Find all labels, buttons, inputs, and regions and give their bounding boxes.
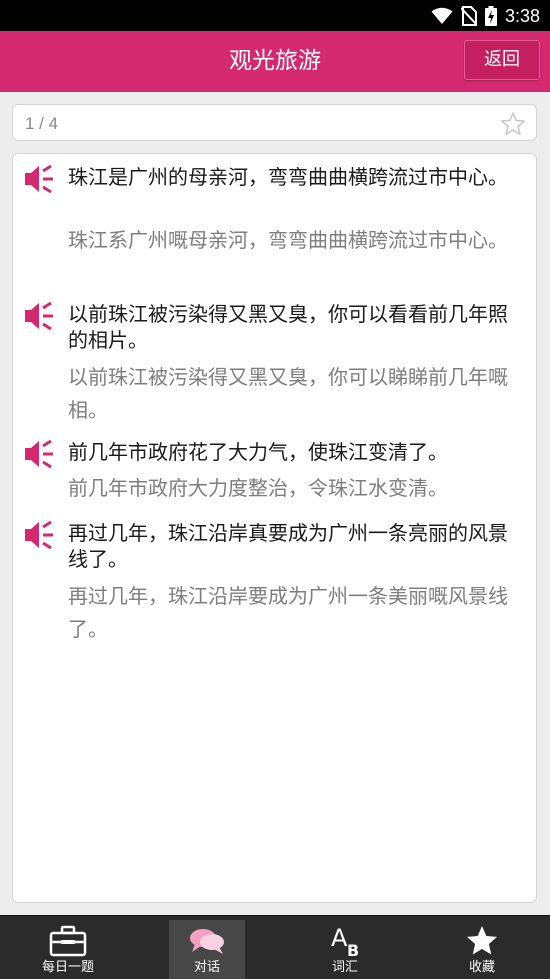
speaker-icon[interactable]	[24, 165, 56, 193]
speaker-icon[interactable]	[24, 440, 56, 468]
nav-label: 每日一题	[41, 960, 94, 975]
bottom-nav: 每日一题 对话 A B 词汇 收藏	[0, 915, 550, 979]
status-icons: 3:38	[431, 4, 540, 28]
wifi-icon	[431, 7, 453, 24]
mandarin-text: 以前珠江被污染得又黑又臭，你可以看看前几年照的相片。	[68, 302, 508, 352]
svg-text:B: B	[347, 941, 359, 958]
battery-charging-icon	[484, 6, 497, 26]
pager-card: 1 / 4	[12, 104, 537, 141]
app-bar: 观光旅游 返回	[0, 31, 550, 92]
nav-vocabulary[interactable]: A B 词汇	[307, 916, 383, 979]
speaker-icon[interactable]	[24, 521, 56, 549]
mandarin-text: 珠江是广州的母亲河，弯弯曲曲横跨流过市中心。	[68, 165, 508, 189]
svg-text:A: A	[331, 924, 348, 952]
favorite-star-icon[interactable]	[500, 111, 526, 137]
chat-bubbles-icon	[190, 929, 224, 954]
nav-daily-question[interactable]: 每日一题	[30, 916, 106, 979]
cantonese-text: 珠江系广州嘅母亲河，弯弯曲曲横跨流过市中心。	[68, 228, 508, 252]
cantonese-text: 再过几年，珠江沿岸要成为广州一条美丽嘅风景线了。	[68, 584, 508, 641]
briefcase-icon	[49, 925, 87, 957]
nav-favorites[interactable]: 收藏	[444, 916, 520, 979]
page-counter: 1 / 4	[25, 114, 59, 133]
nav-label: 词汇	[331, 960, 358, 975]
nav-label: 收藏	[468, 960, 495, 975]
status-time: 3:38	[504, 6, 540, 26]
star-icon	[467, 926, 497, 955]
status-bar: 3:38	[0, 0, 550, 31]
nav-label: 对话	[193, 960, 220, 975]
no-sim-icon	[460, 6, 477, 26]
speaker-icon[interactable]	[24, 302, 56, 330]
dialogue-card: 珠江是广州的母亲河，弯弯曲曲横跨流过市中心。 珠江系广州嘅母亲河，弯弯曲曲横跨流…	[12, 153, 537, 903]
cantonese-text: 前几年市政府大力度整治，令珠江水变清。	[68, 476, 448, 500]
ab-letters-icon: A B	[331, 924, 359, 958]
back-button[interactable]: 返回	[464, 40, 540, 80]
mandarin-text: 再过几年，珠江沿岸真要成为广州一条亮丽的风景线了。	[68, 521, 508, 571]
nav-dialogue[interactable]: 对话	[169, 920, 245, 979]
cantonese-text: 以前珠江被污染得又黑又臭，你可以睇睇前几年嘅相。	[68, 365, 508, 422]
mandarin-text: 前几年市政府花了大力气，使珠江变清了。	[68, 440, 448, 464]
